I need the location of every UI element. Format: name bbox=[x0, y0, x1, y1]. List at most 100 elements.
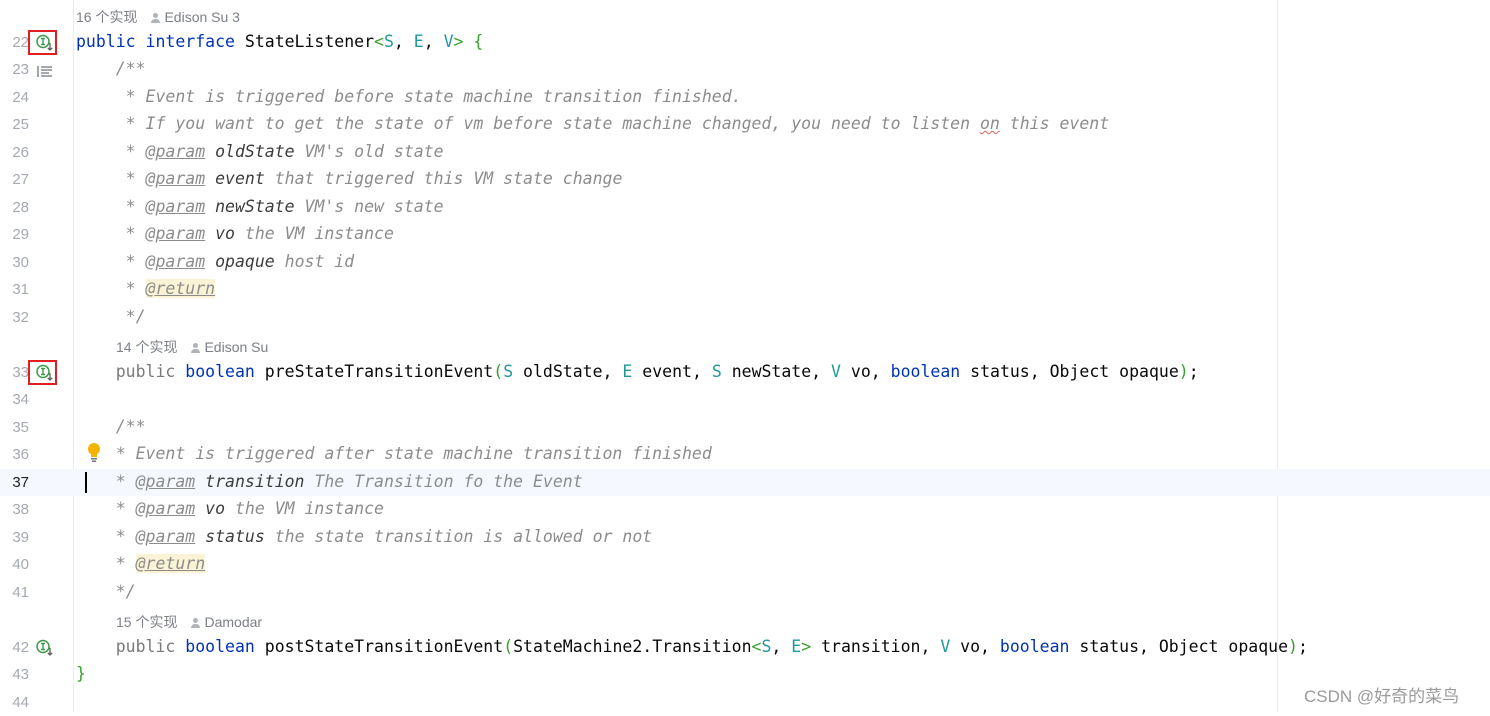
line-number[interactable]: 30 bbox=[0, 254, 29, 271]
code-token: boolean bbox=[185, 362, 264, 381]
watermark: CSDN @好奇的菜鸟 bbox=[1304, 682, 1459, 707]
code-token: StateListener bbox=[245, 32, 374, 51]
code-text[interactable]: * Event is triggered after state machine… bbox=[76, 444, 712, 463]
line-number[interactable]: 38 bbox=[0, 501, 29, 518]
code-line: 27 * @param event that triggered this VM… bbox=[0, 166, 1490, 194]
code-token: boolean bbox=[891, 362, 970, 381]
code-token: { bbox=[473, 32, 483, 51]
code-text[interactable]: * @param opaque host id bbox=[76, 252, 354, 271]
line-number[interactable]: 32 bbox=[0, 309, 29, 326]
line-number[interactable]: 40 bbox=[0, 556, 29, 573]
code-token: boolean bbox=[1000, 637, 1079, 656]
implementations-hint[interactable]: 14 个实现 Edison Su bbox=[116, 337, 268, 357]
code-line: 33 public boolean preStateTransitionEven… bbox=[0, 359, 1490, 387]
code-text[interactable]: * @param newState VM's new state bbox=[76, 197, 444, 216]
implementations-count[interactable]: 14 个实现 bbox=[116, 339, 177, 355]
line-number[interactable]: 41 bbox=[0, 584, 29, 601]
code-token bbox=[205, 224, 215, 243]
code-token: postStateTransitionEvent bbox=[265, 637, 503, 656]
implementations-hint[interactable]: 16 个实现 Edison Su 3 bbox=[76, 7, 240, 27]
code-token: the state transition is allowed or not bbox=[265, 527, 652, 546]
code-line: 22 public interface StateListener<S, E, V… bbox=[0, 29, 1490, 57]
code-line: 32 */ bbox=[0, 304, 1490, 332]
code-token bbox=[205, 142, 215, 161]
line-number[interactable]: 35 bbox=[0, 419, 29, 436]
line-number[interactable]: 28 bbox=[0, 199, 29, 216]
implemented-by-icon[interactable] bbox=[36, 639, 54, 657]
code-text[interactable]: public interface StateListener<S, E, V> … bbox=[76, 32, 483, 51]
code-token: oldState, bbox=[513, 362, 622, 381]
code-text[interactable]: /** bbox=[76, 417, 146, 436]
code-token: event bbox=[215, 169, 265, 188]
code-token: @param bbox=[146, 142, 206, 161]
code-token: The Transition fo the Event bbox=[305, 472, 583, 491]
code-line: 31 * @return bbox=[0, 276, 1490, 304]
code-token: /** bbox=[76, 59, 146, 78]
code-text[interactable]: * @return bbox=[76, 554, 205, 573]
code-text[interactable]: * If you want to get the state of vm bef… bbox=[76, 114, 1109, 133]
line-number[interactable]: 23 bbox=[0, 61, 29, 78]
code-token: @param bbox=[146, 169, 206, 188]
code-line: 36 * Event is triggered after state mach… bbox=[0, 441, 1490, 469]
highlight-box bbox=[28, 30, 57, 55]
code-text[interactable]: public boolean postStateTransitionEvent(… bbox=[76, 637, 1308, 656]
line-number[interactable]: 34 bbox=[0, 391, 29, 408]
code-text[interactable]: * @param vo the VM instance bbox=[76, 499, 384, 518]
code-text[interactable]: * @param transition The Transition fo th… bbox=[76, 472, 583, 491]
code-text[interactable]: * @param vo the VM instance bbox=[76, 224, 394, 243]
code-token: ) bbox=[1179, 362, 1189, 381]
code-text[interactable]: } bbox=[76, 664, 86, 683]
code-text[interactable]: * Event is triggered before state machin… bbox=[76, 87, 742, 106]
line-number[interactable]: 39 bbox=[0, 529, 29, 546]
line-number[interactable]: 25 bbox=[0, 116, 29, 133]
code-token: < bbox=[374, 32, 384, 51]
code-token: vo, bbox=[950, 637, 1000, 656]
line-number[interactable]: 37 bbox=[0, 474, 29, 491]
author-hint[interactable]: Edison Su 3 bbox=[151, 9, 240, 25]
line-number[interactable]: 33 bbox=[0, 364, 29, 381]
line-number[interactable]: 43 bbox=[0, 666, 29, 683]
line-number[interactable]: 27 bbox=[0, 171, 29, 188]
code-text[interactable]: * @param oldState VM's old state bbox=[76, 142, 444, 161]
code-token: transition, bbox=[811, 637, 940, 656]
code-token: that triggered this VM state change bbox=[265, 169, 623, 188]
code-token: } bbox=[76, 664, 86, 683]
code-token: preStateTransitionEvent bbox=[265, 362, 493, 381]
code-text[interactable]: * @return bbox=[76, 279, 215, 298]
line-number[interactable]: 29 bbox=[0, 226, 29, 243]
code-token: * bbox=[76, 142, 146, 161]
toggle-rendered-doc-icon[interactable] bbox=[37, 63, 53, 76]
code-token: , bbox=[771, 637, 791, 656]
code-line: 35 /** bbox=[0, 414, 1490, 442]
line-number[interactable]: 44 bbox=[0, 694, 29, 711]
implementations-count[interactable]: 16 个实现 bbox=[76, 9, 137, 25]
code-token: @return bbox=[146, 279, 216, 298]
code-token: * If you want to get the state of vm bef… bbox=[76, 114, 980, 133]
line-number[interactable]: 42 bbox=[0, 639, 29, 656]
code-token: host id bbox=[275, 252, 354, 271]
code-text[interactable]: /** bbox=[76, 59, 146, 78]
author-hint[interactable]: Edison Su bbox=[191, 339, 268, 355]
person-icon bbox=[191, 618, 200, 628]
code-token: status, Object opaque bbox=[1079, 637, 1288, 656]
code-text[interactable]: * @param event that triggered this VM st… bbox=[76, 169, 622, 188]
code-token: E bbox=[622, 362, 632, 381]
code-token: @param bbox=[146, 252, 206, 271]
line-number[interactable]: 22 bbox=[0, 34, 29, 51]
code-token: < bbox=[752, 637, 762, 656]
line-number[interactable]: 26 bbox=[0, 144, 29, 161]
implementations-hint[interactable]: 15 个实现 Damodar bbox=[116, 612, 262, 632]
implementations-count[interactable]: 15 个实现 bbox=[116, 614, 177, 630]
code-text[interactable]: */ bbox=[76, 307, 146, 326]
code-text[interactable]: * @param status the state transition is … bbox=[76, 527, 652, 546]
line-number[interactable]: 24 bbox=[0, 89, 29, 106]
author-hint[interactable]: Damodar bbox=[191, 614, 262, 630]
line-number[interactable]: 31 bbox=[0, 281, 29, 298]
code-token: vo bbox=[215, 224, 235, 243]
code-text[interactable]: public boolean preStateTransitionEvent(S… bbox=[76, 362, 1199, 381]
code-text[interactable]: */ bbox=[76, 582, 136, 601]
code-token: */ bbox=[76, 307, 146, 326]
highlight-box bbox=[28, 360, 57, 385]
line-number[interactable]: 36 bbox=[0, 446, 29, 463]
author-name: Edison Su bbox=[204, 339, 268, 355]
